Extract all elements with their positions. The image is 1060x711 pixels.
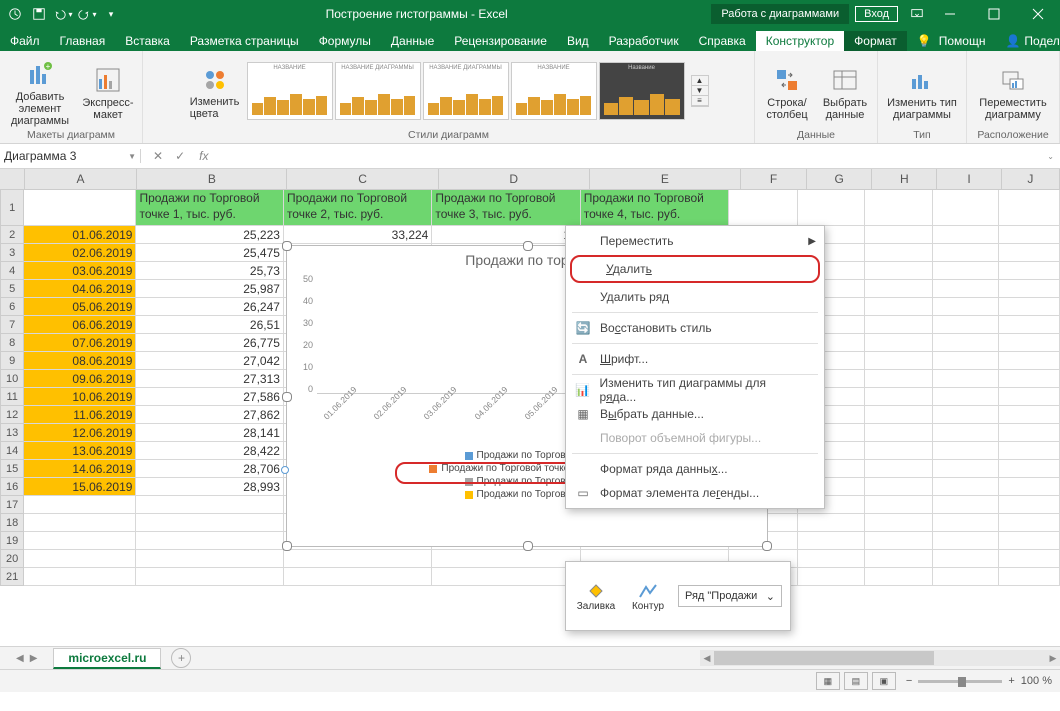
ctx-font[interactable]: AШрифт...: [566, 347, 824, 371]
font-icon: A: [574, 352, 592, 366]
tab-nav-next[interactable]: ▶: [30, 653, 38, 664]
formula-bar: Диаграмма 3▼ ✕ ✓ fx ⌄: [0, 144, 1060, 169]
highlight-selected-legend: [395, 462, 575, 484]
sheet-tab[interactable]: microexcel.ru: [53, 648, 161, 669]
quick-layout-button[interactable]: Экспресс- макет: [80, 61, 136, 121]
tab-help[interactable]: Справка: [689, 31, 756, 51]
fx-icon[interactable]: fx: [199, 149, 208, 163]
select-data-button[interactable]: Выбрать данные: [819, 61, 871, 121]
ctx-change-type[interactable]: 📊Изменить тип диаграммы для ряда...: [566, 378, 824, 402]
group-data-label: Данные: [797, 129, 835, 143]
tab-format[interactable]: Формат: [844, 31, 907, 51]
tab-insert[interactable]: Вставка: [115, 31, 180, 51]
fx-expand-icon[interactable]: ⌄: [1041, 152, 1060, 161]
zoom-in-button[interactable]: +: [1008, 675, 1014, 687]
share-icon: 👤: [1005, 34, 1020, 48]
select-all-corner[interactable]: [0, 169, 25, 189]
group-styles-label: Стили диаграмм: [408, 129, 489, 143]
tell-me[interactable]: 💡Помощн: [907, 31, 996, 51]
ctx-select-data[interactable]: ▦Выбрать данные...: [566, 402, 824, 426]
ribbon: +Добавить элемент диаграммы Экспресс- ма…: [0, 51, 1060, 144]
add-chart-element-button[interactable]: +Добавить элемент диаграммы: [6, 55, 74, 127]
contextual-tab-header: Работа с диаграммами: [711, 4, 849, 24]
enter-icon[interactable]: ✓: [175, 149, 185, 163]
login-button[interactable]: Вход: [855, 6, 898, 22]
series-selector[interactable]: Ряд "Продажи⌄: [678, 585, 782, 607]
fill-button[interactable]: Заливка: [574, 581, 618, 612]
tab-review[interactable]: Рецензирование: [444, 31, 557, 51]
change-colors-button[interactable]: Изменить цвета: [189, 63, 241, 120]
mini-toolbar: Заливка Контур Ряд "Продажи⌄: [565, 561, 791, 631]
cancel-icon[interactable]: ✕: [153, 149, 163, 163]
ribbon-tabs: Файл Главная Вставка Разметка страницы Ф…: [0, 28, 1060, 51]
quick-access-toolbar: ▾ ▾ ▾: [0, 3, 122, 25]
undo-icon[interactable]: ▾: [52, 3, 74, 25]
reset-icon: 🔄: [574, 321, 592, 335]
context-menu: Переместить▶ Удалить Удалить ряд 🔄Восста…: [565, 225, 825, 509]
add-sheet-button[interactable]: +: [171, 648, 191, 668]
group-location-label: Расположение: [977, 129, 1048, 143]
change-chart-type-button[interactable]: Изменить тип диаграммы: [884, 61, 960, 121]
qat-customize-icon[interactable]: ▾: [100, 3, 122, 25]
pagelayout-view-button[interactable]: ▤: [844, 672, 868, 690]
chart-y-axis: 50403020100: [303, 274, 317, 394]
tab-nav-prev[interactable]: ◀: [16, 653, 24, 664]
group-type-label: Тип: [913, 129, 931, 143]
table-icon: ▦: [574, 407, 592, 421]
ctx-delete-series[interactable]: Удалить ряд: [566, 285, 824, 309]
tab-data[interactable]: Данные: [381, 31, 444, 51]
horizontal-scrollbar[interactable]: ◀▶: [700, 650, 1060, 666]
switch-rowcol-button[interactable]: Строка/ столбец: [761, 61, 813, 121]
column-headers[interactable]: ABCDEFGHIJ: [0, 169, 1060, 190]
sheet-tab-bar: ◀▶ microexcel.ru + ◀▶: [0, 646, 1060, 669]
group-layouts-label: Макеты диаграмм: [27, 129, 115, 143]
gallery-scroll[interactable]: ▲▼≡: [691, 75, 709, 107]
pagebreak-view-button[interactable]: ▣: [872, 672, 896, 690]
tab-view[interactable]: Вид: [557, 31, 599, 51]
name-box[interactable]: Диаграмма 3▼: [0, 149, 141, 163]
bulb-icon: 💡: [917, 34, 932, 48]
tab-formulas[interactable]: Формулы: [309, 31, 381, 51]
ctx-move[interactable]: Переместить▶: [566, 229, 824, 253]
chart-icon: 📊: [574, 383, 591, 397]
save-icon[interactable]: [28, 3, 50, 25]
tab-file[interactable]: Файл: [0, 31, 50, 51]
tab-home[interactable]: Главная: [50, 31, 116, 51]
tab-design[interactable]: Конструктор: [756, 31, 844, 51]
autosave-icon[interactable]: [4, 3, 26, 25]
legend-icon: ▭: [574, 486, 592, 500]
minimize-button[interactable]: [928, 0, 972, 28]
redo-icon[interactable]: ▾: [76, 3, 98, 25]
status-bar: ▦ ▤ ▣ − + 100 %: [0, 669, 1060, 692]
zoom-level[interactable]: 100 %: [1021, 675, 1052, 687]
close-button[interactable]: [1016, 0, 1060, 28]
worksheet[interactable]: ABCDEFGHIJ 1Продажи по Торговой точке 1,…: [0, 169, 1060, 646]
ctx-format-series[interactable]: Формат ряда данных...: [566, 457, 824, 481]
chart-styles-gallery[interactable]: НАЗВАНИЕ НАЗВАНИЕ ДИАГРАММЫ НАЗВАНИЕ ДИА…: [247, 62, 685, 120]
normal-view-button[interactable]: ▦: [816, 672, 840, 690]
ctx-delete[interactable]: Удалить: [572, 257, 818, 281]
ctx-reset-style[interactable]: 🔄Восстановить стиль: [566, 316, 824, 340]
ctx-3d-rotation: Поворот объемной фигуры...: [566, 426, 824, 450]
share-button[interactable]: 👤Поделиться: [995, 31, 1060, 51]
svg-text:+: +: [46, 62, 51, 71]
window-title: Построение гистограммы - Excel: [122, 7, 711, 21]
zoom-slider[interactable]: [918, 680, 1002, 683]
zoom-out-button[interactable]: −: [906, 675, 912, 687]
titlebar: ▾ ▾ ▾ Построение гистограммы - Excel Раб…: [0, 0, 1060, 28]
tab-developer[interactable]: Разработчик: [599, 31, 689, 51]
move-chart-button[interactable]: Переместить диаграмму: [973, 61, 1053, 121]
ribbon-options-icon[interactable]: [906, 3, 928, 25]
maximize-button[interactable]: [972, 0, 1016, 28]
tab-pagelayout[interactable]: Разметка страницы: [180, 31, 309, 51]
outline-button[interactable]: Контур: [626, 581, 670, 612]
ctx-format-legend[interactable]: ▭Формат элемента легенды...: [566, 481, 824, 505]
